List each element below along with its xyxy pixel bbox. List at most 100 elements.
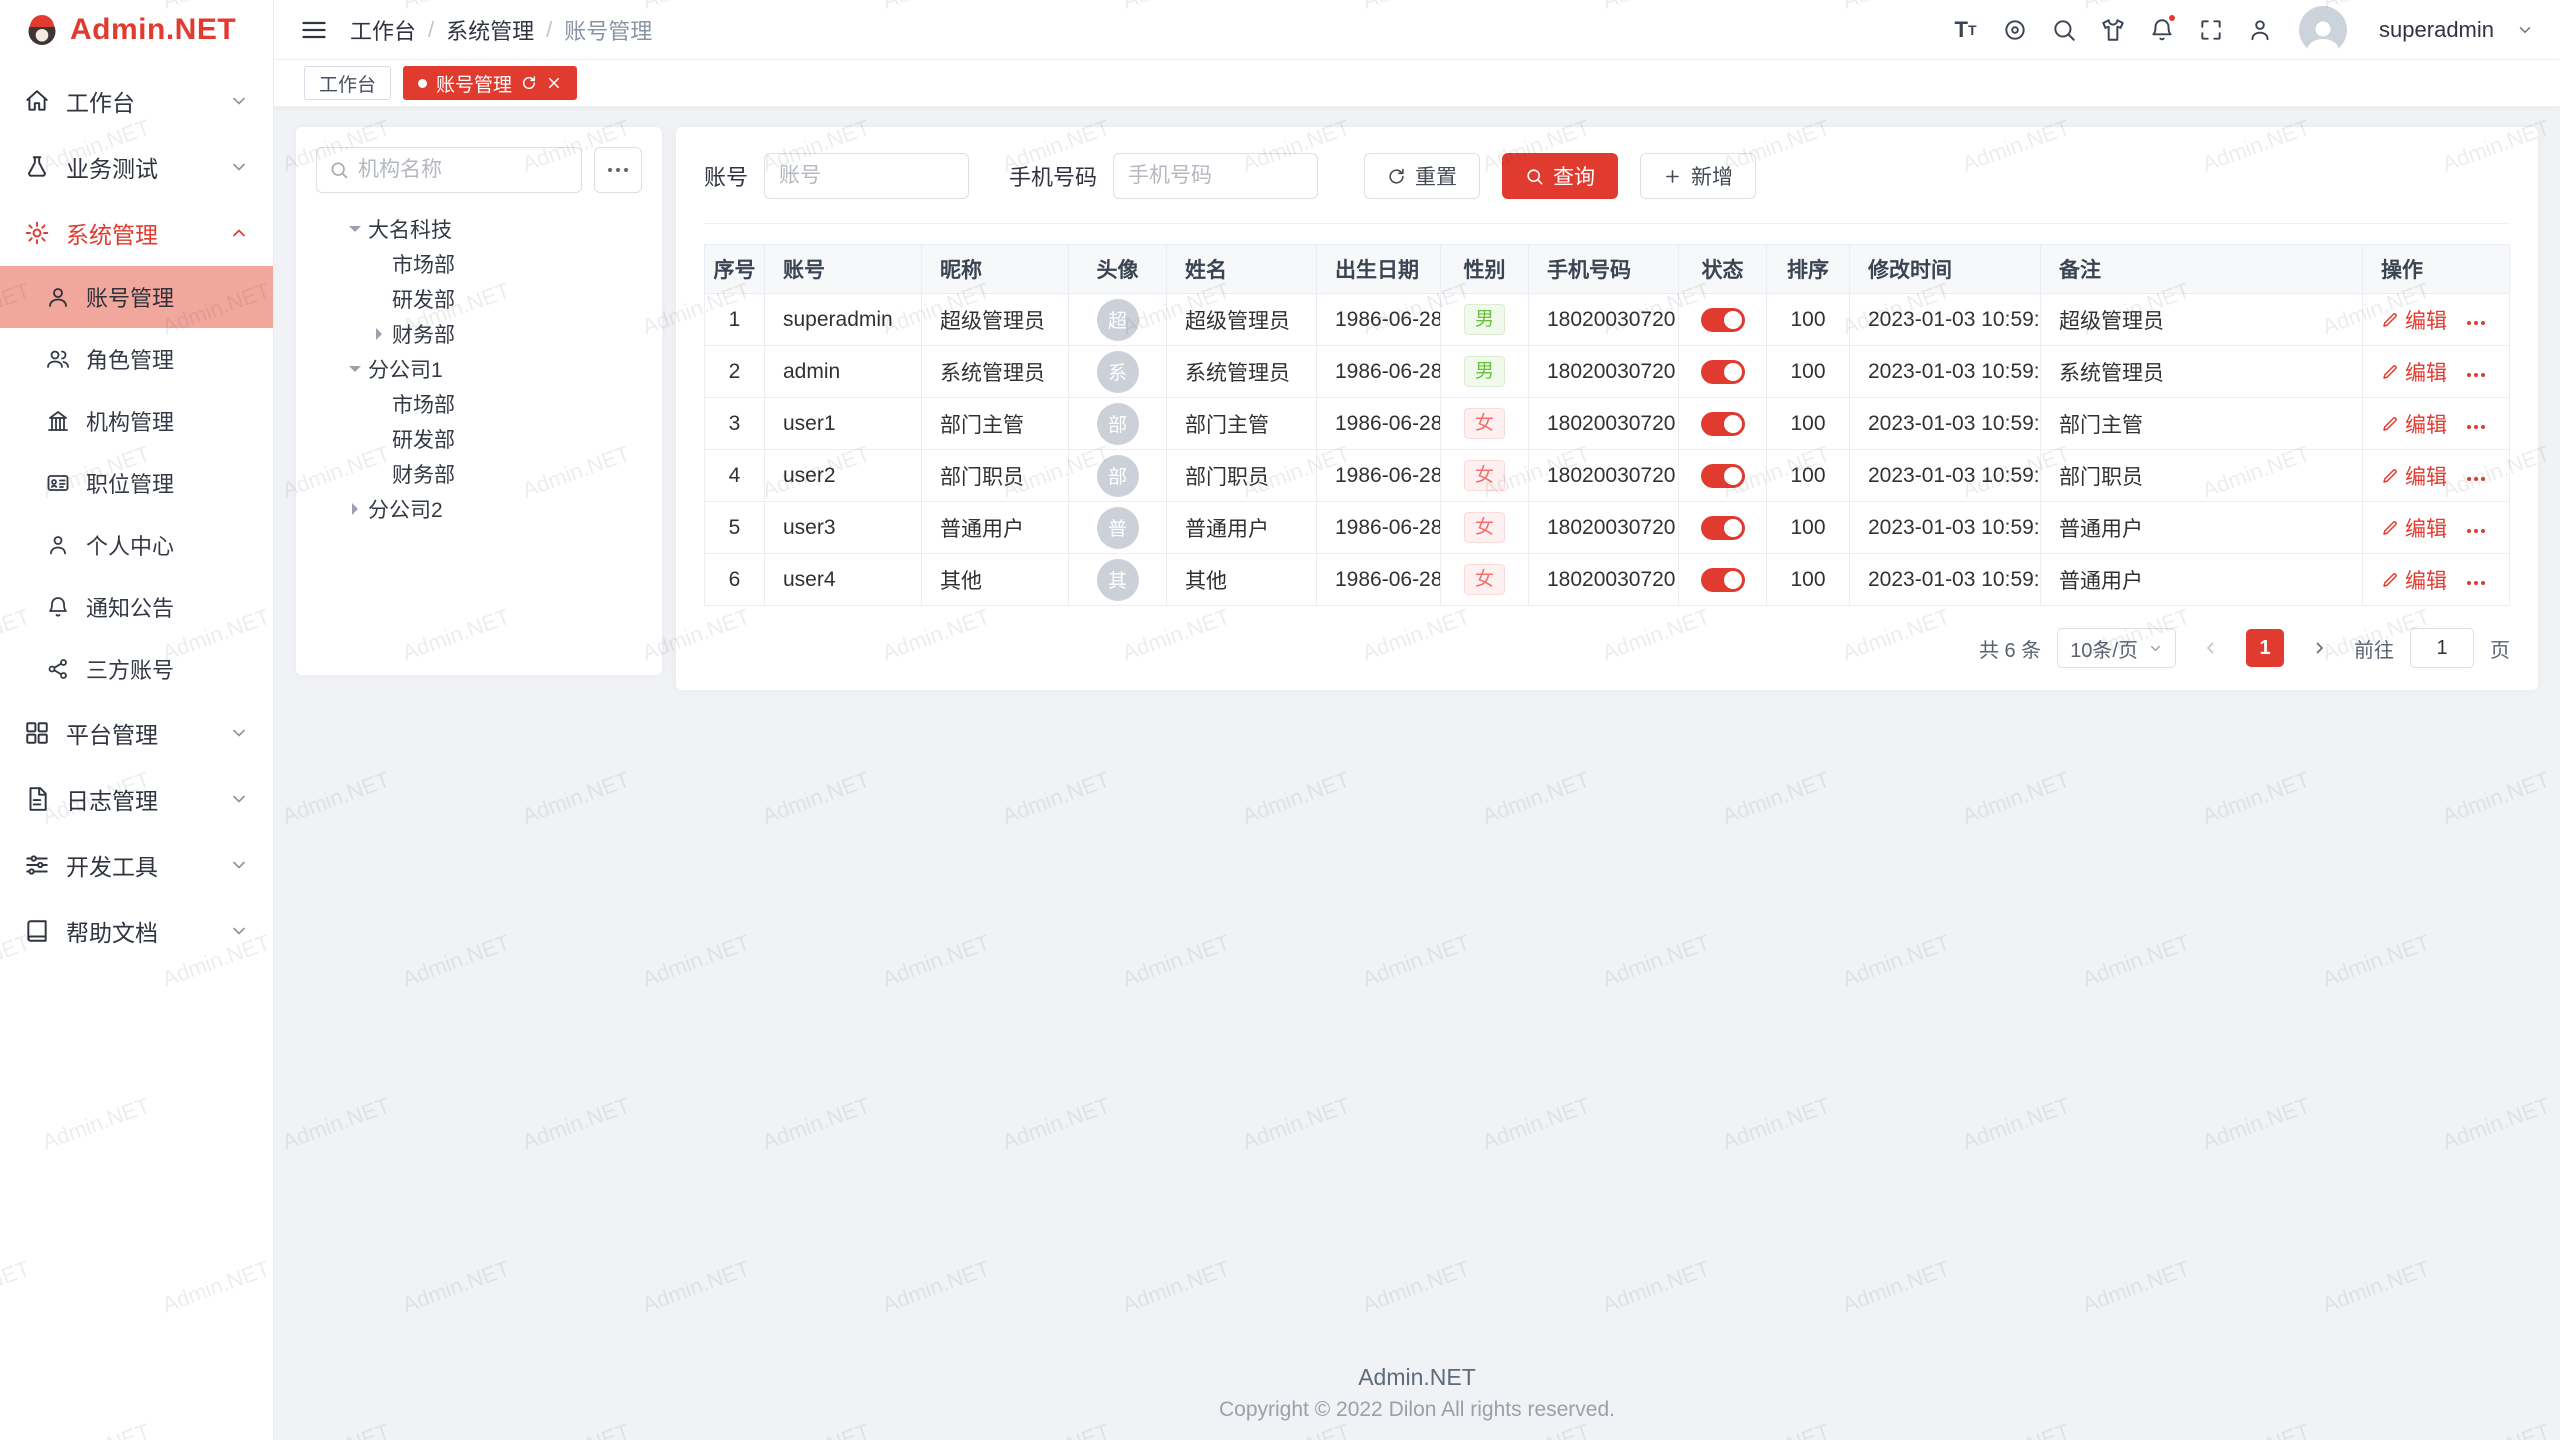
sliders-icon <box>24 852 50 878</box>
status-toggle[interactable] <box>1701 464 1745 488</box>
status-toggle[interactable] <box>1701 516 1745 540</box>
pencil-icon <box>2381 415 2399 433</box>
prev-page-button[interactable] <box>2192 629 2230 667</box>
sidebar-item-org-management[interactable]: 机构管理 <box>0 390 273 452</box>
next-page-button[interactable] <box>2300 629 2338 667</box>
chevron-left-icon <box>2202 639 2220 657</box>
caret-collapsed-icon[interactable] <box>352 503 364 515</box>
edit-button[interactable]: 编辑 <box>2381 357 2447 387</box>
more-actions-button[interactable] <box>2467 321 2485 325</box>
tree-node[interactable]: 财务部 <box>316 456 642 491</box>
target-icon[interactable] <box>2001 16 2028 43</box>
sidebar-item-label: 个人中心 <box>86 529 174 561</box>
col-header-gender: 性别 <box>1441 245 1529 294</box>
phone-filter-input[interactable] <box>1113 153 1318 199</box>
table-row: 3 user1 部门主管 部 部门主管 1986-06-28 女 1802003… <box>705 398 2510 450</box>
cell-modified: 2023-01-03 10:59:44 <box>1850 502 2041 554</box>
page-size-select[interactable]: 10条/页 <box>2057 628 2176 668</box>
notification-bell-icon[interactable] <box>2148 16 2175 43</box>
tab-account-management[interactable]: 账号管理 <box>403 66 577 100</box>
cell-phone: 18020030720 <box>1529 346 1679 398</box>
cell-remark: 超级管理员 <box>2041 294 2363 346</box>
edit-button[interactable]: 编辑 <box>2381 409 2447 439</box>
edit-button[interactable]: 编辑 <box>2381 565 2447 595</box>
tree-node[interactable]: 财务部 <box>316 316 642 351</box>
status-toggle[interactable] <box>1701 568 1745 592</box>
goto-page-input[interactable] <box>2410 628 2474 668</box>
tree-node[interactable]: 市场部 <box>316 246 642 281</box>
caret-expanded-icon[interactable] <box>349 226 361 238</box>
edit-button[interactable]: 编辑 <box>2381 305 2447 335</box>
cell-index: 5 <box>705 502 765 554</box>
hamburger-menu-icon[interactable] <box>300 16 328 44</box>
sidebar-item-role-management[interactable]: 角色管理 <box>0 328 273 390</box>
sidebar-item-personal-center[interactable]: 个人中心 <box>0 514 273 576</box>
sidebar-item-third-party-account[interactable]: 三方账号 <box>0 638 273 700</box>
sidebar-item-log-management[interactable]: 日志管理 <box>0 766 273 832</box>
more-actions-button[interactable] <box>2467 581 2485 585</box>
sidebar-item-help-docs[interactable]: 帮助文档 <box>0 898 273 964</box>
theme-skin-icon[interactable] <box>2099 16 2126 43</box>
tree-node-label: 分公司2 <box>368 494 443 524</box>
query-button-label: 查询 <box>1553 161 1595 191</box>
pencil-icon <box>2381 519 2399 537</box>
sidebar-item-label: 机构管理 <box>86 405 174 437</box>
caret-collapsed-icon[interactable] <box>376 328 388 340</box>
cell-birthdate: 1986-06-28 <box>1317 294 1441 346</box>
sidebar-item-platform-management[interactable]: 平台管理 <box>0 700 273 766</box>
sidebar-item-workbench[interactable]: 工作台 <box>0 68 273 134</box>
status-toggle[interactable] <box>1701 412 1745 436</box>
tree-node[interactable]: 分公司2 <box>316 491 642 526</box>
app-logo[interactable]: Admin.NET <box>0 0 273 60</box>
tree-node[interactable]: 分公司1 <box>316 351 642 386</box>
col-header-order: 排序 <box>1767 245 1850 294</box>
sidebar-item-notice[interactable]: 通知公告 <box>0 576 273 638</box>
cell-name: 普通用户 <box>1167 502 1317 554</box>
search-icon[interactable] <box>2050 16 2077 43</box>
status-toggle[interactable] <box>1701 360 1745 384</box>
org-more-button[interactable] <box>594 147 642 193</box>
current-page-button[interactable]: 1 <box>2246 629 2284 667</box>
edit-button[interactable]: 编辑 <box>2381 513 2447 543</box>
more-actions-button[interactable] <box>2467 373 2485 377</box>
sidebar-item-system-management[interactable]: 系统管理 <box>0 200 273 266</box>
chevron-down-icon <box>229 789 249 809</box>
sidebar-item-business-test[interactable]: 业务测试 <box>0 134 273 200</box>
query-button[interactable]: 查询 <box>1502 153 1618 199</box>
account-filter-input[interactable] <box>764 153 969 199</box>
sidebar-menu: 工作台 业务测试 系统管理 账号管理 角色管理 <box>0 60 273 964</box>
user-avatar[interactable] <box>2299 6 2347 54</box>
book-icon <box>24 918 50 944</box>
chevron-right-icon <box>2310 639 2328 657</box>
username-label[interactable]: superadmin <box>2379 17 2494 43</box>
font-size-icon[interactable]: TT <box>1952 16 1979 43</box>
caret-expanded-icon[interactable] <box>349 366 361 378</box>
sidebar-item-label: 职位管理 <box>86 467 174 499</box>
breadcrumb-item[interactable]: 工作台 <box>350 14 416 46</box>
org-name-search-input[interactable] <box>358 158 569 182</box>
tree-node[interactable]: 大名科技 <box>316 211 642 246</box>
breadcrumb-item[interactable]: 系统管理 <box>446 14 534 46</box>
tab-close-icon[interactable] <box>546 75 562 91</box>
sidebar-item-account-management[interactable]: 账号管理 <box>0 266 273 328</box>
add-button[interactable]: 新增 <box>1640 153 1756 199</box>
tab-refresh-icon[interactable] <box>521 75 537 91</box>
profile-icon[interactable] <box>2246 16 2273 43</box>
chevron-down-icon[interactable] <box>2516 21 2534 39</box>
sidebar-item-position-management[interactable]: 职位管理 <box>0 452 273 514</box>
col-header-index: 序号 <box>705 245 765 294</box>
reset-button[interactable]: 重置 <box>1364 153 1480 199</box>
status-toggle[interactable] <box>1701 308 1745 332</box>
fullscreen-icon[interactable] <box>2197 16 2224 43</box>
tree-node[interactable]: 研发部 <box>316 281 642 316</box>
org-search-row <box>316 147 642 193</box>
more-actions-button[interactable] <box>2467 425 2485 429</box>
more-actions-button[interactable] <box>2467 529 2485 533</box>
tab-workbench[interactable]: 工作台 <box>304 66 391 100</box>
tree-node[interactable]: 市场部 <box>316 386 642 421</box>
col-header-status: 状态 <box>1679 245 1767 294</box>
edit-button[interactable]: 编辑 <box>2381 461 2447 491</box>
tree-node[interactable]: 研发部 <box>316 421 642 456</box>
more-actions-button[interactable] <box>2467 477 2485 481</box>
sidebar-item-dev-tools[interactable]: 开发工具 <box>0 832 273 898</box>
